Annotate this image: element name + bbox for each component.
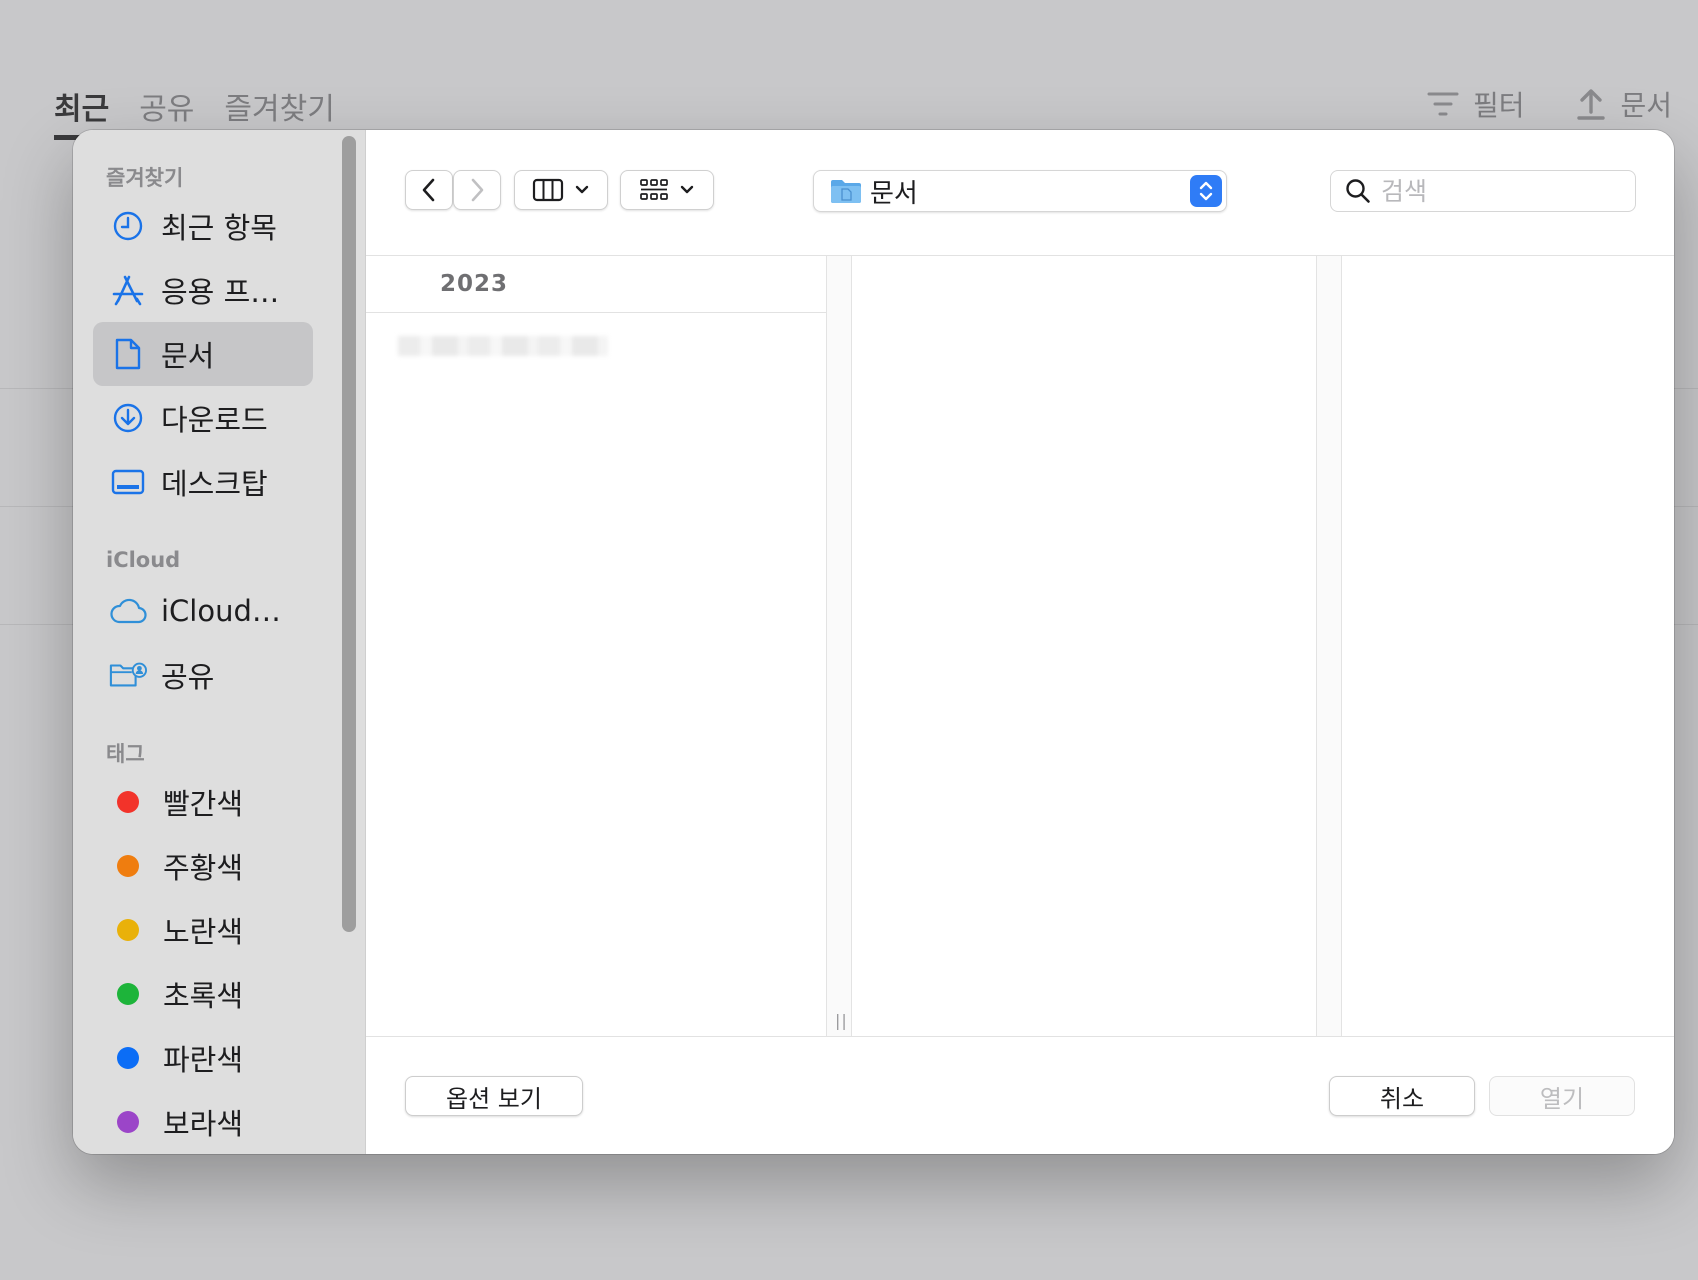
sidebar-item-desktop[interactable]: 데스크탑 bbox=[93, 450, 313, 514]
sidebar-item-label: 문서 bbox=[161, 339, 215, 373]
open-button[interactable]: 열기 bbox=[1489, 1076, 1635, 1116]
location-popup[interactable]: 문서 bbox=[813, 170, 1227, 212]
yellow-dot-icon bbox=[117, 919, 139, 941]
forward-button[interactable] bbox=[453, 170, 501, 210]
bg-tab-shared[interactable]: 공유 bbox=[139, 84, 194, 128]
location-label: 문서 bbox=[870, 178, 918, 209]
resize-grip-icon: || bbox=[835, 1011, 848, 1030]
shared-folder-icon bbox=[109, 656, 147, 694]
bg-upload-label: 문서 bbox=[1620, 89, 1672, 122]
sidebar-item-downloads[interactable]: 다운로드 bbox=[93, 386, 313, 450]
sidebar-tag-orange[interactable]: 주황색 bbox=[93, 834, 313, 898]
orange-dot-icon bbox=[117, 855, 139, 877]
chevron-left-icon bbox=[422, 178, 435, 202]
sidebar-item-shared[interactable]: 공유 bbox=[93, 643, 313, 707]
sidebar-item-applications[interactable]: 응용 프… bbox=[93, 258, 313, 322]
folder-icon bbox=[831, 180, 861, 203]
purple-dot-icon bbox=[117, 1111, 139, 1133]
column-resize-divider[interactable] bbox=[1316, 256, 1342, 1036]
sidebar-item-recents[interactable]: 최근 항목 bbox=[93, 194, 313, 258]
red-dot-icon bbox=[117, 791, 139, 813]
favorites-section-title: 즐겨찾기 bbox=[106, 166, 184, 190]
background-tabs: 최근 공유 즐겨찾기 bbox=[54, 84, 335, 140]
filter-icon bbox=[1427, 92, 1459, 116]
back-button[interactable] bbox=[405, 170, 453, 210]
browser-column: 2023 bbox=[366, 256, 826, 1036]
cloud-icon bbox=[109, 592, 147, 630]
main-pane: 문서 2023 || 옵션 보기 bbox=[366, 130, 1674, 1154]
sidebar-scrollbar[interactable] bbox=[342, 136, 356, 932]
sidebar-item-label: 다운로드 bbox=[161, 403, 268, 437]
sidebar-tag-yellow[interactable]: 노란색 bbox=[93, 898, 313, 962]
chevron-down-icon bbox=[575, 185, 589, 194]
group-by-button[interactable] bbox=[620, 170, 714, 210]
bg-tab-favorites[interactable]: 즐겨찾기 bbox=[224, 84, 334, 128]
sidebar-tag-blue[interactable]: 파란색 bbox=[93, 1026, 313, 1090]
document-icon bbox=[109, 335, 147, 373]
download-icon bbox=[109, 399, 147, 437]
search-field[interactable] bbox=[1330, 170, 1636, 212]
chevron-right-icon bbox=[471, 178, 484, 202]
clock-icon bbox=[109, 207, 147, 245]
upload-icon bbox=[1577, 89, 1606, 120]
sidebar-tag-green[interactable]: 초록색 bbox=[93, 962, 313, 1026]
sidebar-item-label: 데스크탑 bbox=[161, 467, 268, 501]
bg-filter-label: 필터 bbox=[1472, 89, 1525, 122]
bg-tab-recent[interactable]: 최근 bbox=[54, 84, 110, 140]
app-store-icon bbox=[109, 271, 147, 309]
sidebar-item-label: iCloud… bbox=[161, 594, 281, 628]
green-dot-icon bbox=[117, 983, 139, 1005]
dialog-footer: 옵션 보기 취소 열기 bbox=[366, 1036, 1674, 1154]
show-options-button[interactable]: 옵션 보기 bbox=[405, 1076, 583, 1116]
sidebar-item-label: 응용 프… bbox=[161, 275, 280, 309]
sidebar-item-documents[interactable]: 문서 bbox=[93, 322, 313, 386]
toolbar: 문서 bbox=[366, 130, 1674, 256]
stepper-icon bbox=[1190, 175, 1222, 207]
column-resize-divider[interactable]: || bbox=[826, 256, 852, 1036]
view-mode-button[interactable] bbox=[514, 170, 608, 210]
sidebar: 즐겨찾기 최근 항목 응용 프… 문서 다운로드 데스크탑 iCloud iCl… bbox=[73, 130, 366, 1154]
icloud-section-title: iCloud bbox=[106, 548, 181, 572]
sidebar-item-label: 공유 bbox=[161, 660, 215, 694]
chevron-down-icon bbox=[680, 185, 694, 194]
sidebar-item-label: 초록색 bbox=[163, 979, 244, 1013]
grid-icon bbox=[640, 179, 668, 200]
sidebar-tag-red[interactable]: 빨간색 bbox=[93, 770, 313, 834]
sidebar-item-label: 빨간색 bbox=[163, 787, 244, 821]
bg-upload-button[interactable]: 문서 bbox=[1576, 84, 1672, 124]
blue-dot-icon bbox=[117, 1047, 139, 1069]
column-section-header: 2023 bbox=[366, 256, 826, 313]
sidebar-item-icloud-drive[interactable]: iCloud… bbox=[93, 579, 313, 643]
sidebar-item-label: 최근 항목 bbox=[161, 211, 277, 245]
search-input[interactable] bbox=[1379, 175, 1603, 207]
file-open-dialog: 즐겨찾기 최근 항목 응용 프… 문서 다운로드 데스크탑 iCloud iCl… bbox=[73, 130, 1674, 1154]
sidebar-item-label: 노란색 bbox=[163, 915, 244, 949]
tags-section-title: 태그 bbox=[106, 742, 145, 766]
sidebar-item-label: 파란색 bbox=[163, 1043, 244, 1077]
desktop-icon bbox=[109, 463, 147, 501]
search-icon bbox=[1346, 179, 1370, 203]
bg-filter-button[interactable]: 필터 bbox=[1427, 84, 1525, 124]
sidebar-item-label: 주황색 bbox=[163, 851, 244, 885]
background-actions: 필터 문서 bbox=[1427, 84, 1698, 124]
columns-view-icon bbox=[532, 178, 564, 202]
blurred-file-row[interactable] bbox=[398, 336, 608, 356]
column-browser: 2023 || bbox=[366, 256, 1674, 1036]
section-year-label: 2023 bbox=[440, 271, 509, 297]
sidebar-tag-purple[interactable]: 보라색 bbox=[93, 1090, 313, 1154]
cancel-button[interactable]: 취소 bbox=[1329, 1076, 1475, 1116]
sidebar-item-label: 보라색 bbox=[163, 1107, 244, 1141]
